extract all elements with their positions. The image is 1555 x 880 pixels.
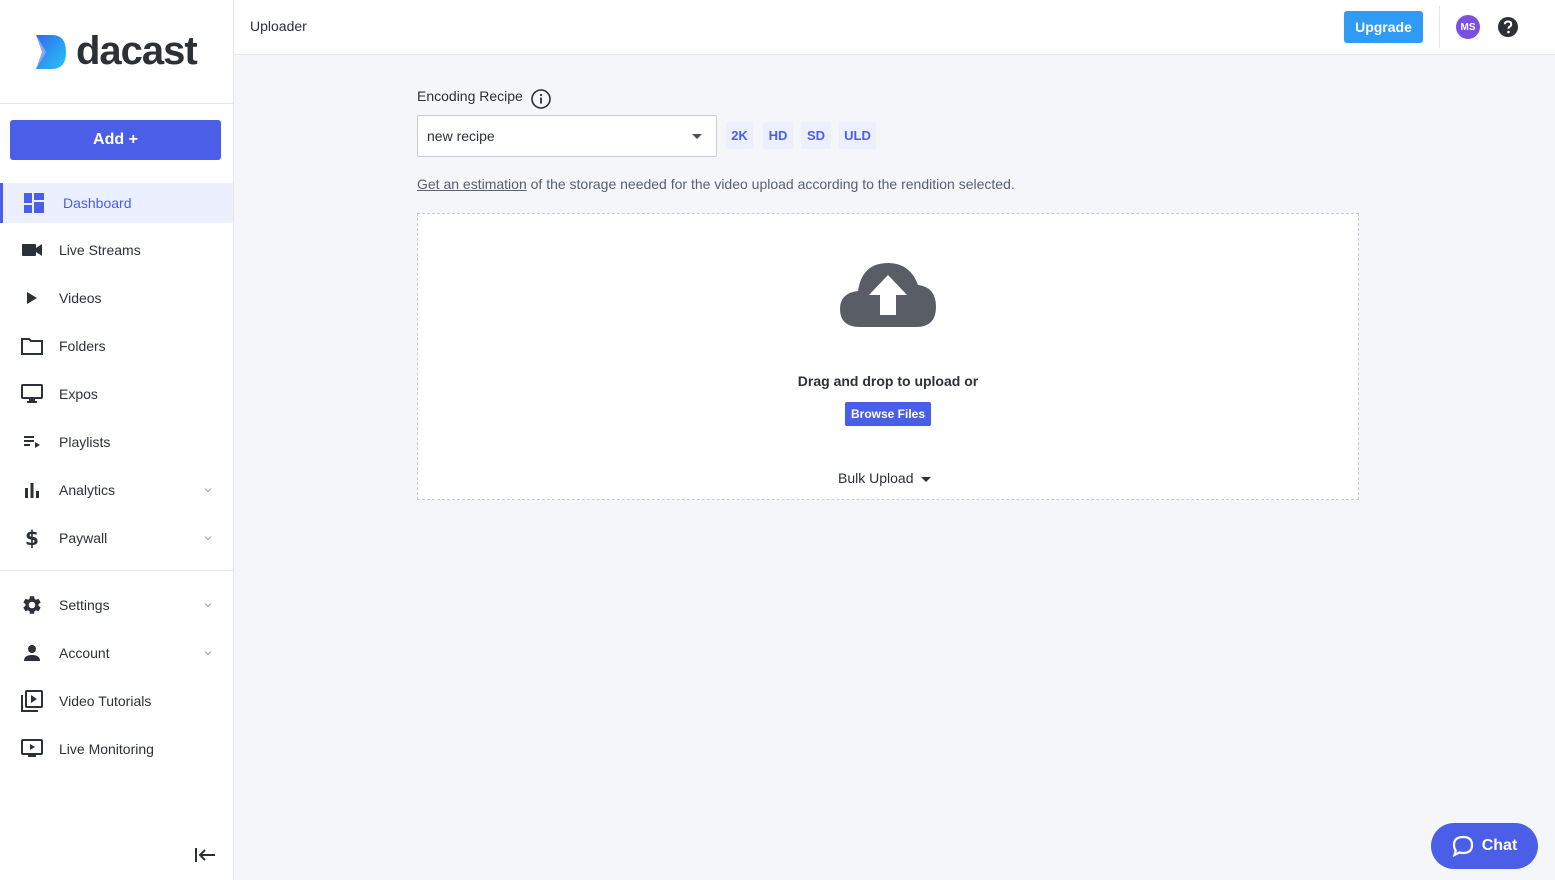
monitor-icon <box>20 382 44 406</box>
cloud-upload-icon <box>840 263 936 327</box>
live-monitor-icon <box>20 737 44 761</box>
help-icon[interactable] <box>1497 16 1519 38</box>
upgrade-button[interactable]: Upgrade <box>1344 11 1423 43</box>
sidebar: dacast Add + Dashboard Live Streams Vide… <box>0 0 234 880</box>
sidebar-divider <box>0 570 233 571</box>
sidebar-item-label: Folders <box>59 338 106 354</box>
sidebar-item-videos[interactable]: Videos <box>0 274 233 322</box>
sidebar-item-playlists[interactable]: Playlists <box>0 418 233 466</box>
chevron-down-icon <box>204 536 212 541</box>
video-camera-icon <box>20 238 44 262</box>
rendition-tag-2k: 2K <box>726 122 753 149</box>
bulk-upload-label: Bulk Upload <box>838 470 914 486</box>
sidebar-item-label: Live Streams <box>59 242 141 258</box>
dashboard-icon <box>22 191 46 215</box>
avatar[interactable]: MS <box>1456 15 1480 39</box>
add-button[interactable]: Add + <box>10 120 221 160</box>
encoding-recipe-select[interactable]: new recipe <box>417 115 717 157</box>
sidebar-item-label: Analytics <box>59 482 116 498</box>
logo-text: dacast <box>76 29 198 73</box>
sidebar-item-expos[interactable]: Expos <box>0 370 233 418</box>
sidebar-item-label: Dashboard <box>63 195 132 211</box>
chevron-down-icon <box>204 651 212 656</box>
sidebar-item-label: Playlists <box>59 434 111 450</box>
info-icon[interactable] <box>530 88 552 110</box>
person-icon <box>20 641 44 665</box>
sidebar-item-dashboard[interactable]: Dashboard <box>0 183 233 223</box>
estimation-text: Get an estimation of the storage needed … <box>417 176 1015 192</box>
dacast-logo-icon <box>36 34 66 69</box>
sidebar-item-paywall[interactable]: $ Paywall <box>0 514 233 562</box>
chat-label: Chat <box>1481 837 1518 854</box>
dropzone-text: Drag and drop to upload or <box>797 373 979 389</box>
bar-chart-icon <box>20 478 44 502</box>
encoding-recipe-label: Encoding Recipe <box>417 88 523 104</box>
estimation-description: of the storage needed for the video uplo… <box>526 176 1015 192</box>
sidebar-item-label: Expos <box>59 386 98 402</box>
chevron-down-icon <box>204 488 212 493</box>
sidebar-item-video-tutorials[interactable]: Video Tutorials <box>0 677 233 725</box>
rendition-tag-uld: ULD <box>839 122 876 149</box>
top-header: Uploader Upgrade MS <box>234 0 1555 55</box>
page-title: Uploader <box>250 18 307 34</box>
sidebar-item-live-monitoring[interactable]: Live Monitoring <box>0 725 233 773</box>
sidebar-item-analytics[interactable]: Analytics <box>0 466 233 514</box>
rendition-tag-sd: SD <box>801 122 831 149</box>
gear-icon <box>20 593 44 617</box>
caret-down-icon <box>920 476 931 482</box>
logo[interactable]: dacast <box>0 0 233 104</box>
encoding-recipe-value: new recipe <box>427 128 495 144</box>
collapse-sidebar-icon[interactable] <box>193 845 217 865</box>
rendition-tag-hd: HD <box>763 122 793 149</box>
sidebar-item-account[interactable]: Account <box>0 629 233 677</box>
upload-dropzone[interactable]: Drag and drop to upload or Browse Files … <box>417 213 1359 500</box>
sidebar-item-label: Account <box>59 645 110 661</box>
chat-button[interactable]: Chat <box>1431 823 1538 869</box>
sidebar-nav: Dashboard Live Streams Videos Folders Ex… <box>0 183 233 773</box>
sidebar-item-label: Live Monitoring <box>59 741 154 757</box>
header-divider <box>1439 6 1440 48</box>
bulk-upload-dropdown[interactable]: Bulk Upload <box>838 470 931 486</box>
sidebar-item-label: Video Tutorials <box>59 693 152 709</box>
playlist-icon <box>20 430 44 454</box>
browse-files-button[interactable]: Browse Files <box>845 402 931 426</box>
sidebar-item-folders[interactable]: Folders <box>0 322 233 370</box>
video-library-icon <box>20 689 44 713</box>
play-icon <box>20 286 44 310</box>
folder-icon <box>20 334 44 358</box>
estimation-link[interactable]: Get an estimation <box>417 176 527 192</box>
caret-down-icon <box>692 134 702 139</box>
sidebar-item-label: Paywall <box>59 530 108 546</box>
chevron-down-icon <box>204 603 212 608</box>
chat-bubble-icon <box>1452 835 1473 857</box>
sidebar-item-settings[interactable]: Settings <box>0 581 233 629</box>
sidebar-item-live-streams[interactable]: Live Streams <box>0 226 233 274</box>
sidebar-item-label: Settings <box>59 597 110 613</box>
dollar-icon: $ <box>25 526 39 550</box>
sidebar-item-label: Videos <box>59 290 102 306</box>
